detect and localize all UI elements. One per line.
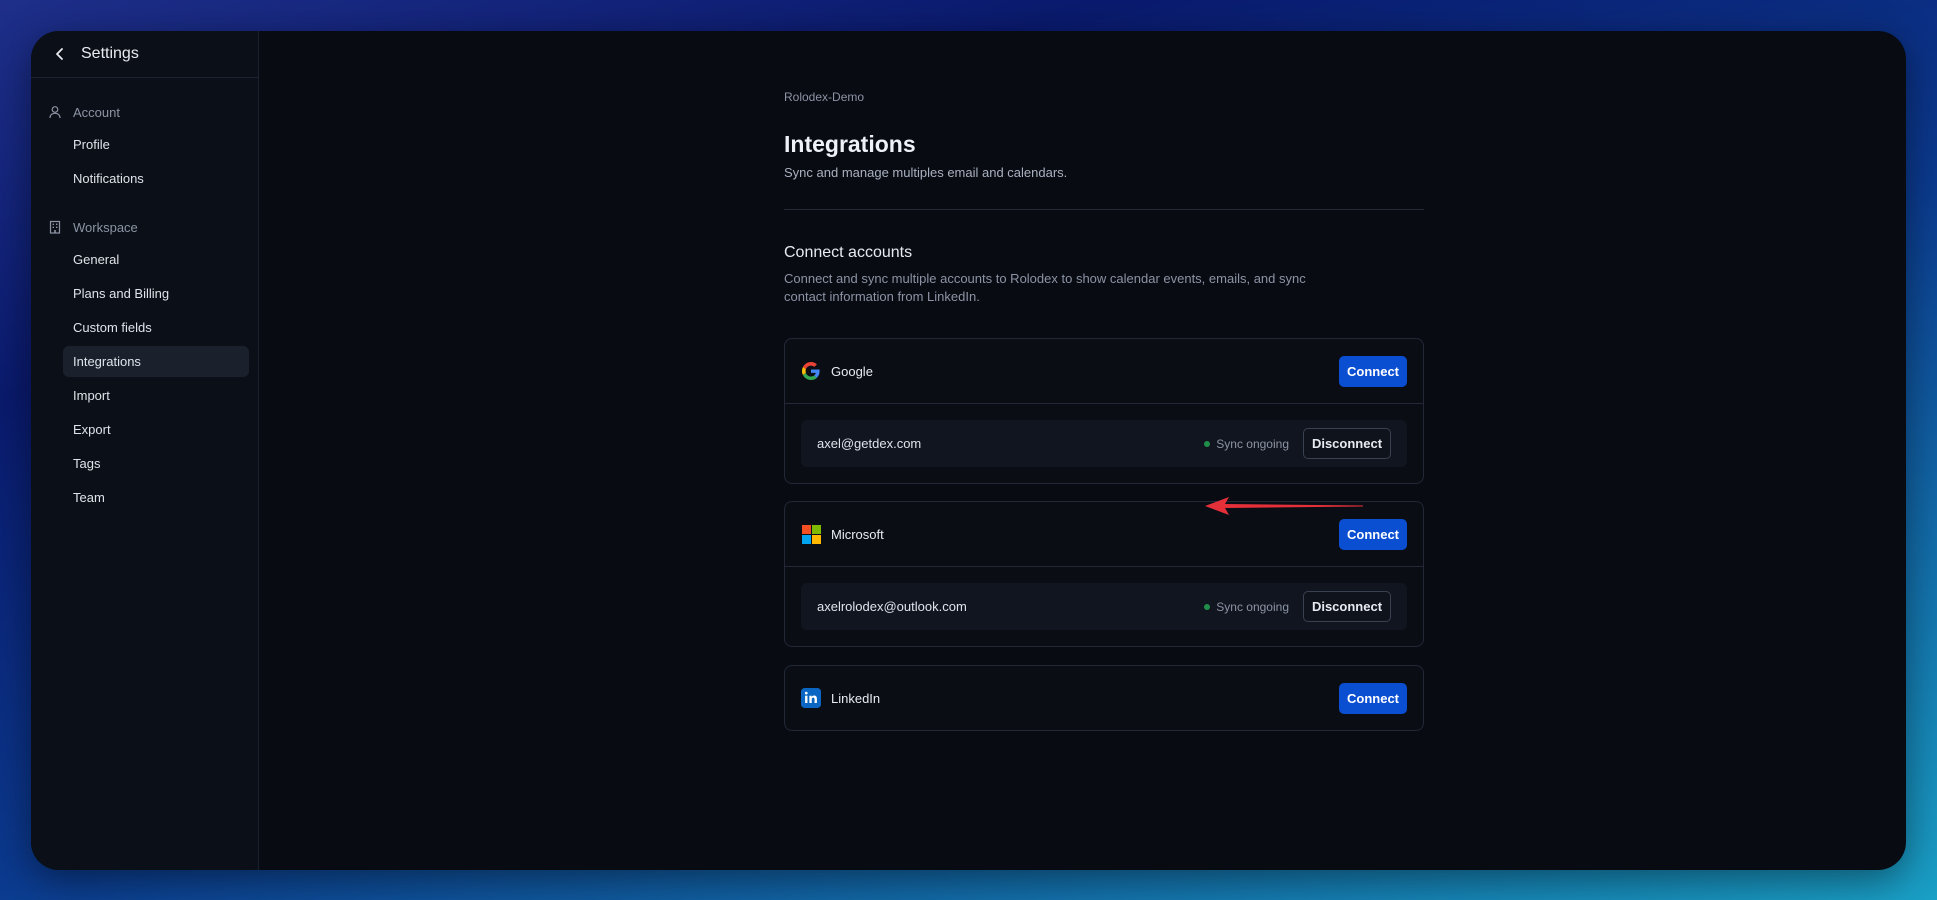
card-header: LinkedIn Connect: [785, 666, 1423, 730]
page-title: Integrations: [784, 131, 916, 157]
settings-window: Settings Account Profile Notifications W…: [31, 31, 1906, 870]
section-label: Account: [73, 104, 120, 120]
google-card: Google Connect axel@getdex.com Sync ongo…: [784, 338, 1424, 484]
section-label: Workspace: [73, 219, 138, 235]
page-subtitle: Sync and manage multiples email and cale…: [784, 165, 1068, 180]
microsoft-card: Microsoft Connect axelrolodex@outlook.co…: [784, 501, 1424, 647]
divider: [785, 566, 1423, 567]
section-account: Account: [31, 101, 258, 123]
google-connect-button[interactable]: Connect: [1339, 355, 1407, 387]
section-title: Connect accounts: [784, 244, 913, 261]
sync-status: Sync ongoing: [1216, 436, 1289, 451]
sidebar-item-custom-fields[interactable]: Custom fields: [63, 312, 249, 343]
sidebar-item-team[interactable]: Team: [63, 482, 249, 513]
sidebar-item-plans-and-billing[interactable]: Plans and Billing: [63, 278, 249, 309]
annotation-arrow-icon: [1205, 497, 1363, 515]
breadcrumb[interactable]: Rolodex-Demo: [784, 90, 864, 104]
sidebar-item-integrations[interactable]: Integrations: [63, 346, 249, 377]
sidebar-item-general[interactable]: General: [63, 244, 249, 275]
linkedin-icon: [801, 688, 821, 708]
provider-name: Google: [831, 363, 873, 379]
sidebar: Settings Account Profile Notifications W…: [31, 31, 259, 870]
linkedin-connect-button[interactable]: Connect: [1339, 682, 1407, 714]
microsoft-connect-button[interactable]: Connect: [1339, 518, 1407, 550]
provider-name: LinkedIn: [831, 690, 881, 706]
user-icon: [47, 104, 63, 120]
google-icon: [801, 361, 821, 381]
connected-account-row: axel@getdex.com Sync ongoing Disconnect: [801, 420, 1407, 467]
main-panel: Rolodex-Demo Integrations Sync and manag…: [259, 31, 1906, 870]
sync-status-dot: [1204, 440, 1211, 447]
sidebar-item-profile[interactable]: Profile: [63, 129, 249, 160]
sidebar-title: Settings: [81, 45, 139, 62]
card-header: Google Connect: [785, 339, 1423, 403]
microsoft-icon: [801, 524, 821, 544]
section-description: Connect and sync multiple accounts to Ro…: [784, 271, 1306, 304]
sidebar-item-tags[interactable]: Tags: [63, 448, 249, 479]
microsoft-disconnect-button[interactable]: Disconnect: [1303, 591, 1391, 622]
section-workspace: Workspace: [31, 216, 258, 238]
linkedin-card: LinkedIn Connect: [784, 665, 1424, 731]
divider: [784, 209, 1424, 210]
building-icon: [47, 219, 63, 235]
sidebar-item-export[interactable]: Export: [63, 414, 249, 445]
divider: [785, 403, 1423, 404]
connected-account-row: axelrolodex@outlook.com Sync ongoing Dis…: [801, 583, 1407, 630]
sync-status-dot: [1204, 603, 1211, 610]
sidebar-item-import[interactable]: Import: [63, 380, 249, 411]
provider-name: Microsoft: [831, 526, 884, 542]
sidebar-header: Settings: [31, 31, 258, 78]
google-disconnect-button[interactable]: Disconnect: [1303, 428, 1391, 459]
account-email: axel@getdex.com: [817, 436, 922, 451]
chevron-left-icon[interactable]: [51, 45, 69, 63]
sync-status: Sync ongoing: [1216, 599, 1289, 614]
sidebar-item-notifications[interactable]: Notifications: [63, 163, 249, 194]
account-email: axelrolodex@outlook.com: [817, 599, 967, 614]
